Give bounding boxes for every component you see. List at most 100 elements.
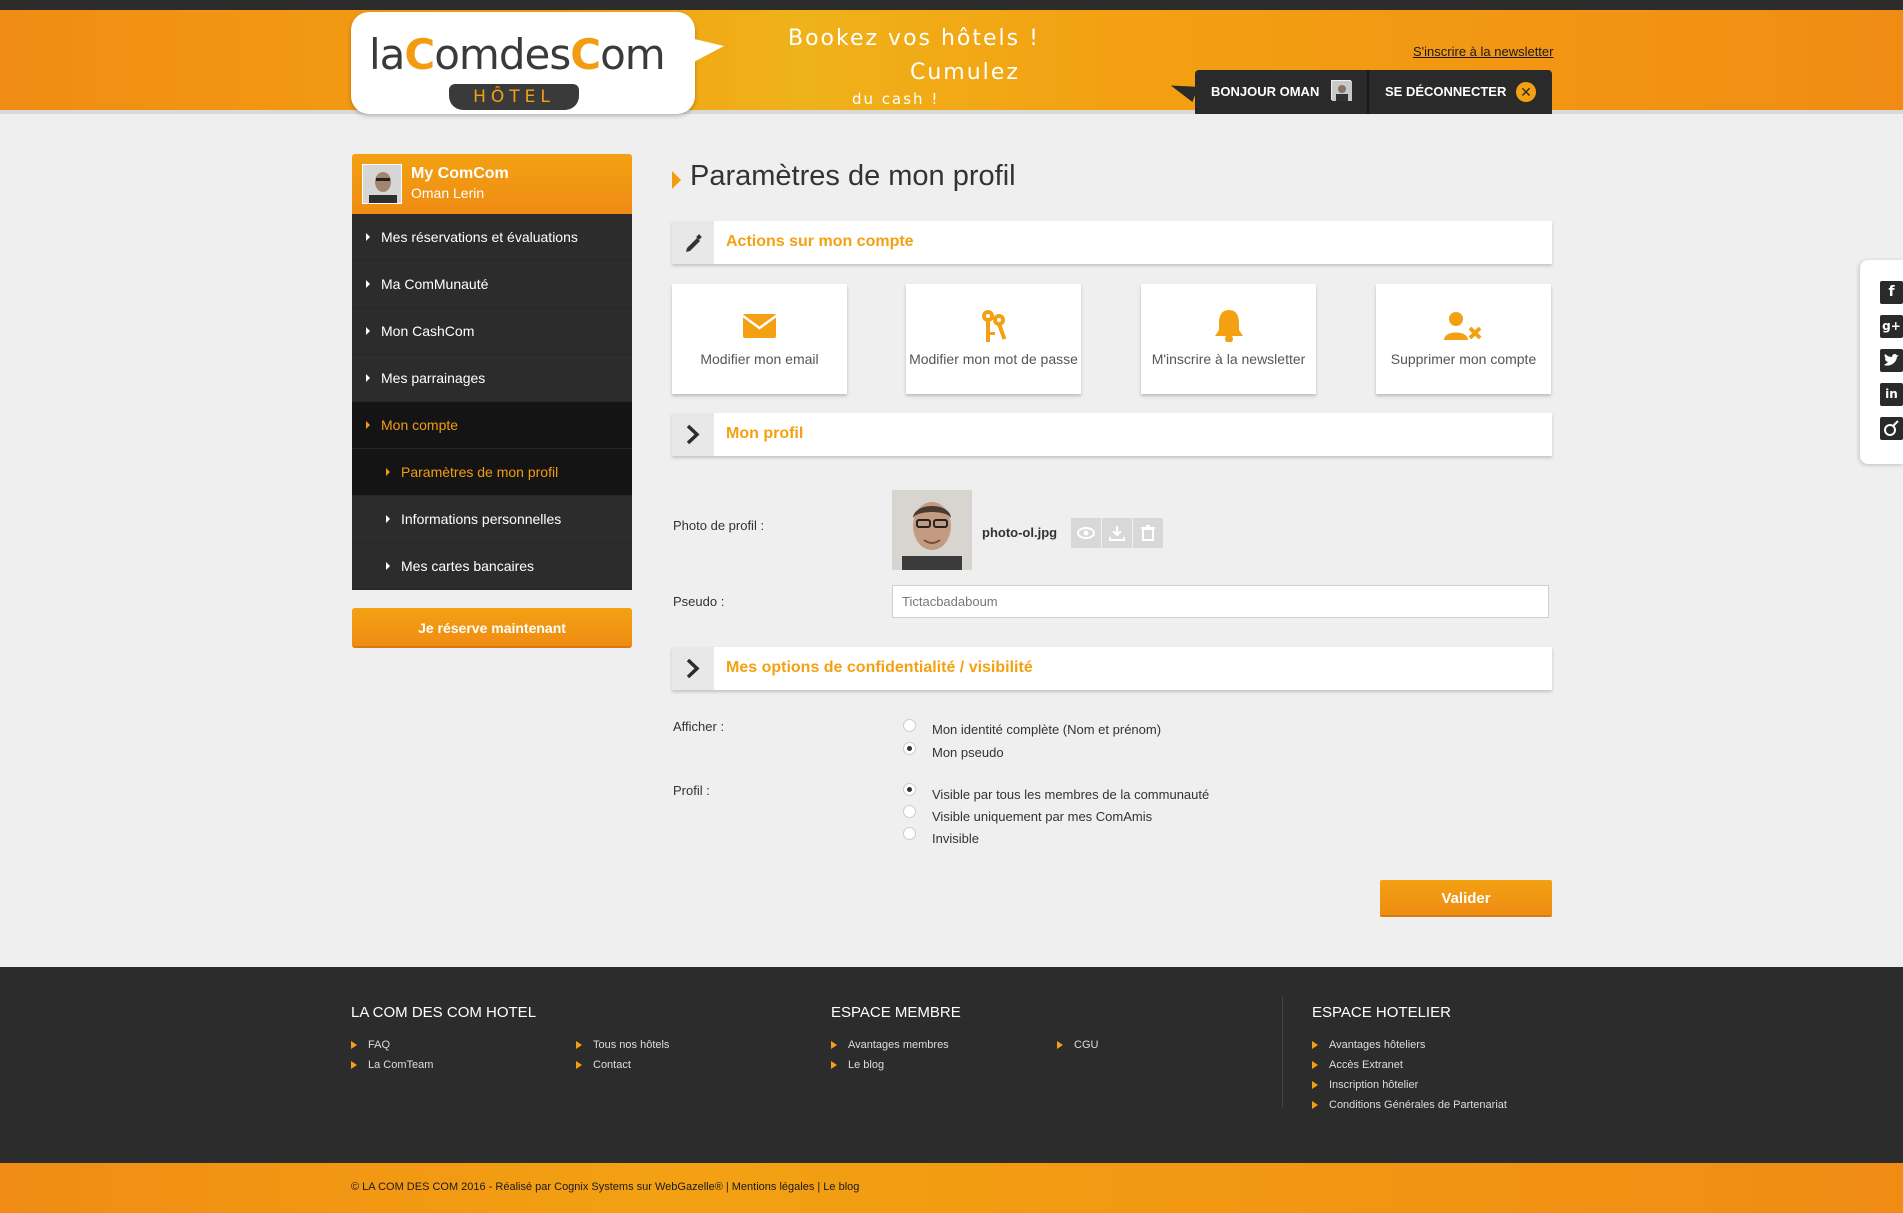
bottom-bar: © LA COM DES COM 2016 - Réalisé par Cogn… [0, 1163, 1903, 1213]
pseudo-label: Pseudo : [673, 594, 725, 609]
profil-label: Profil : [673, 783, 710, 798]
photo-label: Photo de profil : [673, 518, 765, 533]
caret-right-icon [386, 468, 390, 476]
modify-password-button[interactable]: Modifier mon mot de passe [906, 284, 1081, 394]
twitter-icon[interactable] [1880, 349, 1903, 372]
footer-col-title: ESPACE MEMBRE [831, 1004, 961, 1021]
sidebar-item-parrainages[interactable]: Mes parrainages [352, 355, 632, 402]
footer-link-conditions[interactable]: Conditions Générales de Partenariat [1312, 1099, 1507, 1111]
eye-icon[interactable] [1071, 518, 1101, 548]
user-bar-tail [1168, 78, 1198, 102]
site-logo[interactable]: laComdesCom HÔTEL [351, 12, 695, 114]
radio-afficher-pseudo[interactable] [903, 742, 916, 755]
logo-tail [690, 38, 724, 64]
footer-link-avantages-membres[interactable]: Avantages membres [831, 1039, 949, 1051]
social-share-strip: f g+ in [1860, 260, 1903, 464]
user-bar-divider [1367, 70, 1369, 114]
download-icon[interactable] [1102, 518, 1132, 548]
user-delete-icon [1376, 308, 1551, 342]
sidebar-item-informations-personnelles[interactable]: Informations personnelles [352, 496, 632, 543]
footer-link-faq[interactable]: FAQ [351, 1039, 390, 1051]
sidebar-item-cartes-bancaires[interactable]: Mes cartes bancaires [352, 543, 632, 590]
google-plus-icon[interactable]: g+ [1880, 315, 1903, 338]
section-title: Mes options de confidentialité / visibil… [726, 659, 1033, 676]
footer-link-extranet[interactable]: Accès Extranet [1312, 1059, 1403, 1071]
footer-link-avantages-hoteliers[interactable]: Avantages hôteliers [1312, 1039, 1425, 1051]
sidebar-user-name: Oman Lerin [411, 185, 485, 201]
section-title: Mon profil [726, 425, 804, 442]
keys-icon [906, 308, 1081, 342]
trash-icon[interactable] [1133, 518, 1163, 548]
reserve-now-button[interactable]: Je réserve maintenant [352, 608, 632, 648]
sidebar-item-mon-compte[interactable]: Mon compte [352, 402, 632, 449]
viadeo-icon[interactable] [1880, 417, 1903, 440]
header-slogan: Bookez vos hôtels ! Cumulez du cash ! [788, 26, 1040, 108]
profile-photo [892, 490, 972, 570]
pencil-icon [672, 221, 714, 264]
top-strip [0, 0, 1903, 10]
radio-label: Visible uniquement par mes ComAmis [932, 809, 1153, 824]
footer-col-title: LA COM DES COM HOTEL [351, 1004, 537, 1021]
footer-link-inscription-hotelier[interactable]: Inscription hôtelier [1312, 1079, 1418, 1091]
footer-col-title: ESPACE HOTELIER [1312, 1004, 1451, 1021]
photo-filename: photo-ol.jpg [982, 525, 1058, 540]
sidebar-item-parametres-profil[interactable]: Paramètres de mon profil [352, 449, 632, 496]
avatar [1331, 80, 1352, 101]
sidebar-menu: Mes réservations et évaluations Ma ComMu… [352, 214, 632, 590]
section-actions-header: Actions sur mon compte [672, 221, 1552, 264]
title-arrow-icon [672, 171, 681, 189]
site-header: laComdesCom HÔTEL Bookez vos hôtels ! Cu… [0, 10, 1903, 114]
radio-afficher-identite[interactable] [903, 719, 916, 732]
footer-link-contact[interactable]: Contact [576, 1059, 631, 1071]
linkedin-icon[interactable]: in [1880, 383, 1903, 406]
site-footer: LA COM DES COM HOTEL FAQ La ComTeam Tous… [0, 967, 1903, 1163]
close-icon[interactable]: ✕ [1516, 82, 1536, 102]
sidebar-item-communaute[interactable]: Ma ComMunauté [352, 261, 632, 308]
section-profile-header[interactable]: Mon profil [672, 413, 1552, 456]
footer-divider [1282, 997, 1283, 1107]
caret-right-icon [366, 421, 370, 429]
sidebar-item-reservations[interactable]: Mes réservations et évaluations [352, 214, 632, 261]
greeting-text[interactable]: BONJOUR OMAN [1211, 84, 1319, 99]
caret-right-icon [386, 562, 390, 570]
section-title: Actions sur mon compte [726, 233, 914, 250]
radio-label: Invisible [932, 831, 979, 846]
sidebar-header: My ComCom Oman Lerin [352, 154, 632, 214]
caret-right-icon [366, 327, 370, 335]
footer-link-hotels[interactable]: Tous nos hôtels [576, 1039, 669, 1051]
user-bar: BONJOUR OMAN SE DÉCONNECTER ✕ [1195, 70, 1552, 114]
caret-right-icon [366, 374, 370, 382]
logo-wordmark: laComdesCom [369, 30, 666, 79]
chevron-right-icon [672, 647, 714, 690]
radio-profil-invisible[interactable] [903, 827, 916, 840]
radio-profil-comamis[interactable] [903, 805, 916, 818]
delete-account-button[interactable]: Supprimer mon compte [1376, 284, 1551, 394]
radio-label: Mon identité complète (Nom et prénom) [932, 722, 1162, 737]
copyright-text[interactable]: © LA COM DES COM 2016 - Réalisé par Cogn… [351, 1181, 859, 1193]
chevron-right-icon [672, 413, 714, 456]
sidebar: My ComCom Oman Lerin Mes réservations et… [352, 154, 632, 590]
radio-profil-tous[interactable] [903, 783, 916, 796]
logout-button[interactable]: SE DÉCONNECTER [1385, 84, 1506, 99]
facebook-icon[interactable]: f [1880, 281, 1903, 304]
footer-link-cgu[interactable]: CGU [1057, 1039, 1098, 1051]
footer-link-blog[interactable]: Le blog [831, 1059, 884, 1071]
bell-icon [1141, 308, 1316, 343]
footer-link-comteam[interactable]: La ComTeam [351, 1059, 433, 1071]
sidebar-title: My ComCom [411, 165, 509, 182]
avatar [362, 164, 402, 204]
afficher-label: Afficher : [673, 719, 725, 734]
envelope-icon [672, 308, 847, 342]
newsletter-subscribe-button[interactable]: M'inscrire à la newsletter [1141, 284, 1316, 394]
submit-button[interactable]: Valider [1380, 880, 1552, 917]
radio-label: Visible par tous les membres de la commu… [932, 787, 1210, 802]
logo-subtitle: HÔTEL [449, 84, 579, 110]
caret-right-icon [386, 515, 390, 523]
page-title: Paramètres de mon profil [690, 160, 1016, 192]
section-privacy-header[interactable]: Mes options de confidentialité / visibil… [672, 647, 1552, 690]
pseudo-input[interactable]: Tictacbadaboum [892, 585, 1549, 618]
sidebar-item-cashcom[interactable]: Mon CashCom [352, 308, 632, 355]
caret-right-icon [366, 233, 370, 241]
modify-email-button[interactable]: Modifier mon email [672, 284, 847, 394]
newsletter-link[interactable]: S'inscrire à la newsletter [1413, 44, 1553, 59]
